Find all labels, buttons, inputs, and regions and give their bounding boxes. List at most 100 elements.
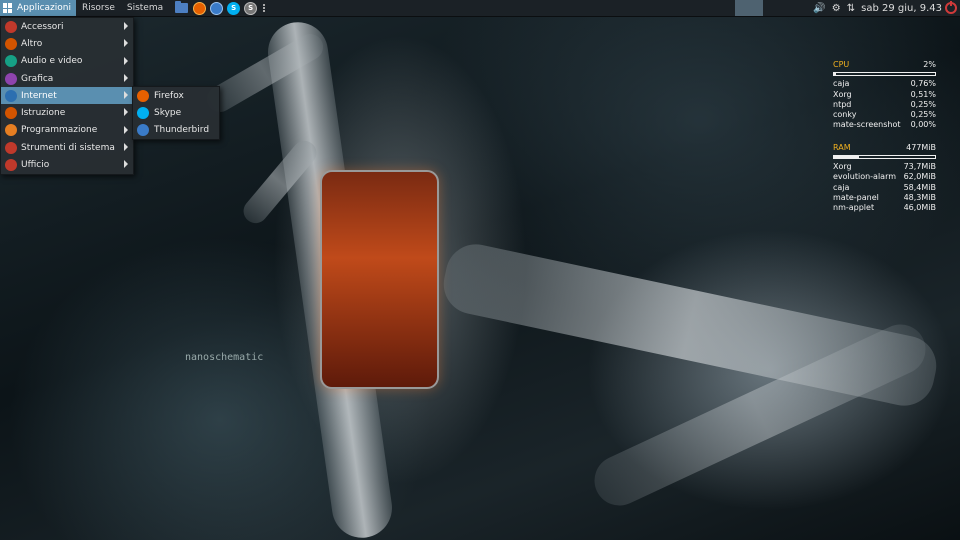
cpu-bar (833, 72, 936, 77)
skype-icon (137, 106, 149, 119)
firefox-icon[interactable] (193, 1, 207, 15)
submenu-item-skype[interactable]: Skype (133, 104, 219, 121)
power-icon[interactable] (945, 1, 957, 14)
process-value: 58,4MiB (903, 182, 936, 192)
education-icon (5, 107, 17, 120)
office-icon (5, 159, 17, 172)
process-value: 46,0MiB (903, 203, 936, 213)
process-name: caja (833, 79, 850, 89)
menu-item-ufficio[interactable]: Ufficio (1, 156, 133, 173)
process-value: 73,7MiB (903, 162, 936, 172)
menu-item-label: Audio e video (21, 56, 83, 67)
process-value: 0,51% (910, 89, 936, 99)
internet-submenu: Firefox Skype Thunderbird (132, 86, 220, 140)
clock[interactable]: sab 29 giu, 9.43 (861, 3, 942, 14)
process-name: mate-panel (833, 192, 879, 202)
multimedia-icon (5, 55, 17, 68)
skype-icon[interactable]: S (227, 1, 241, 15)
menu-item-label: Strumenti di sistema (21, 142, 115, 153)
cpu-process-row: conky 0,25% (833, 110, 936, 120)
process-value: 0,25% (910, 110, 936, 120)
thunderbird-icon (137, 124, 149, 137)
folder-icon[interactable] (175, 1, 189, 13)
ram-value: 477MiB (906, 142, 936, 152)
ram-process-row: evolution-alarm 62,0MiB (833, 172, 936, 182)
firefox-icon (137, 89, 149, 102)
system-tray: 🔊 ⚙ ⇅ sab 29 giu, 9.43 (810, 0, 960, 16)
ram-header: RAM 477MiB (833, 143, 936, 153)
network-icon[interactable]: ⇅ (847, 3, 855, 14)
ram-bar-fill (834, 156, 860, 159)
submenu-item-label: Thunderbird (154, 125, 210, 136)
chevron-right-icon (124, 73, 128, 82)
places-menu-button[interactable]: Risorse (76, 0, 121, 16)
settings-icon[interactable]: ⚙ (832, 3, 841, 14)
other-icon (5, 37, 17, 50)
submenu-item-label: Skype (154, 107, 182, 118)
process-value: 0,25% (910, 99, 936, 109)
internet-icon (5, 89, 17, 102)
menu-item-label: Programmazione (21, 125, 98, 136)
process-name: mate-screenshot (833, 120, 901, 130)
chevron-right-icon (124, 91, 128, 100)
cpu-label: CPU (833, 60, 850, 69)
cpu-process-row: caja 0,76% (833, 79, 936, 89)
top-panel: Applicazioni Risorse Sistema S S 🔊 ⚙ ⇅ s… (0, 0, 960, 17)
menu-item-programmazione[interactable]: Programmazione (1, 122, 133, 139)
submenu-item-label: Firefox (154, 90, 184, 101)
window-list-item[interactable] (735, 0, 763, 16)
menu-item-altro[interactable]: Altro (1, 35, 133, 52)
chevron-right-icon (124, 56, 128, 65)
process-name: Xorg (833, 162, 852, 172)
menu-item-label: Ufficio (21, 160, 50, 171)
chevron-right-icon (124, 22, 128, 30)
cpu-value: 2% (923, 60, 936, 69)
volume-icon[interactable]: 🔊 (813, 3, 825, 14)
submenu-item-thunderbird[interactable]: Thunderbird (133, 122, 219, 139)
menu-item-audio-e-video[interactable]: Audio e video (1, 53, 133, 70)
development-icon (5, 124, 17, 137)
dna-capsule (320, 170, 439, 389)
cpu-process-row: ntpd 0,25% (833, 100, 936, 110)
menu-item-accessori[interactable]: Accessori (1, 18, 133, 35)
conky-monitor: CPU 2% caja 0,76% Xorg 0,51% ntpd 0,25% conky 0… (833, 60, 936, 214)
cpu-bar-fill (834, 73, 837, 76)
menu-item-strumenti-di-sistema[interactable]: Strumenti di sistema (1, 139, 133, 156)
applications-menu-label: Applicazioni (17, 3, 71, 13)
panel-drag-handle-icon[interactable] (263, 4, 266, 12)
process-value: 0,76% (910, 79, 936, 89)
process-name: conky (833, 110, 857, 120)
graphics-icon (5, 72, 17, 85)
ram-label: RAM (833, 142, 851, 152)
process-name: ntpd (833, 99, 852, 109)
menu-item-grafica[interactable]: Grafica (1, 70, 133, 87)
thunderbird-icon[interactable] (210, 1, 224, 15)
system-menu-button[interactable]: Sistema (121, 0, 169, 16)
ram-bar (833, 155, 936, 160)
process-value: 48,3MiB (903, 192, 936, 202)
process-name: caja (833, 182, 850, 192)
cpu-process-row: mate-screenshot 0,00% (833, 120, 936, 130)
desktop-wallpaper: nanoschematic (0, 0, 960, 540)
chevron-right-icon (124, 125, 128, 134)
applications-menu-button[interactable]: Applicazioni (0, 0, 76, 16)
menu-item-istruzione[interactable]: Istruzione (1, 104, 133, 121)
process-value: 62,0MiB (903, 172, 936, 182)
ram-process-row: nm-applet 46,0MiB (833, 203, 936, 213)
submenu-item-firefox[interactable]: Firefox (133, 87, 219, 104)
accessories-icon (5, 20, 17, 33)
menu-item-internet[interactable]: Internet (1, 87, 133, 105)
cpu-header: CPU 2% (833, 60, 936, 70)
menu-item-label: Istruzione (21, 108, 66, 119)
screenshot-icon[interactable]: S (244, 1, 258, 15)
wallpaper-brand-text: nanoschematic (185, 352, 264, 363)
menu-item-label: Internet (21, 90, 57, 101)
ram-process-row: mate-panel 48,3MiB (833, 193, 936, 203)
menu-item-label: Altro (21, 38, 43, 49)
process-name: Xorg (833, 89, 852, 99)
chevron-right-icon (124, 143, 128, 152)
ram-process-row: caja 58,4MiB (833, 183, 936, 193)
process-name: nm-applet (833, 203, 875, 213)
chevron-right-icon (124, 39, 128, 48)
chevron-right-icon (124, 108, 128, 117)
